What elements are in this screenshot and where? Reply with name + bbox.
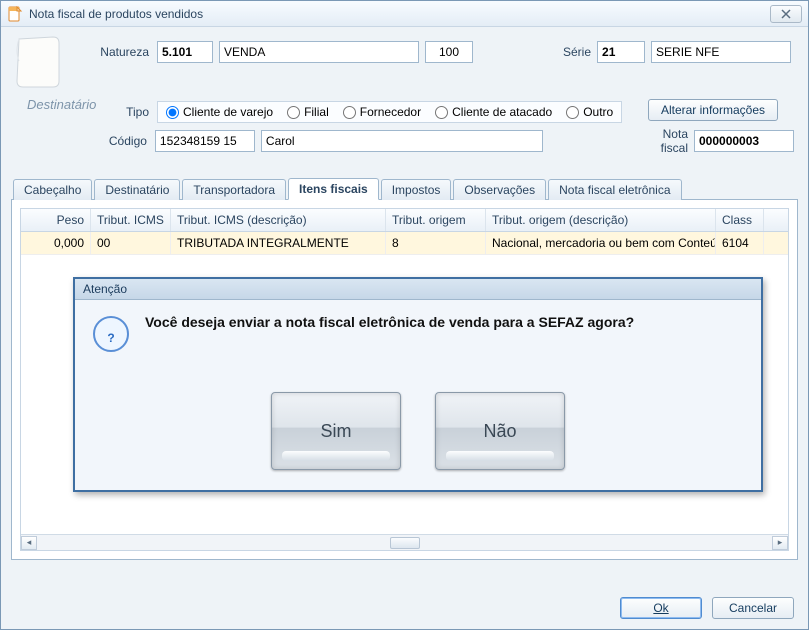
- tipo-fornecedor[interactable]: Fornecedor: [343, 105, 421, 119]
- natureza-label: Natureza: [71, 45, 149, 59]
- tab-nfe[interactable]: Nota fiscal eletrônica: [548, 179, 681, 200]
- question-icon: ?: [91, 314, 131, 354]
- svg-text:?: ?: [107, 331, 114, 345]
- natureza-code-input[interactable]: [157, 41, 213, 63]
- document-icon: [7, 6, 23, 22]
- cell-tribut-origem-desc: Nacional, mercadoria ou bem com Conteúdo…: [486, 232, 716, 254]
- serie-desc-input[interactable]: [651, 41, 791, 63]
- tab-cabecalho[interactable]: Cabeçalho: [13, 179, 92, 200]
- natureza-desc-input[interactable]: [219, 41, 419, 63]
- dialog-message: Você deseja enviar a nota fiscal eletrôn…: [145, 314, 634, 330]
- title-bar: Nota fiscal de produtos vendidos: [1, 1, 808, 27]
- tipo-cliente-varejo[interactable]: Cliente de varejo: [166, 105, 273, 119]
- serie-label: Série: [563, 45, 591, 59]
- col-tribut-icms-desc[interactable]: Tribut. ICMS (descrição): [171, 209, 386, 231]
- dialog-no-button[interactable]: Não: [435, 392, 565, 470]
- tipo-outro[interactable]: Outro: [566, 105, 613, 119]
- tab-transportadora[interactable]: Transportadora: [182, 179, 286, 200]
- nota-fiscal-input[interactable]: [694, 130, 794, 152]
- ok-button[interactable]: Ok: [620, 597, 702, 619]
- tab-itens-fiscais[interactable]: Itens fiscais: [288, 178, 379, 200]
- tipo-cliente-atacado[interactable]: Cliente de atacado: [435, 105, 552, 119]
- grid-header: Peso Tribut. ICMS Tribut. ICMS (descriçã…: [21, 209, 788, 232]
- cell-tribut-icms-desc: TRIBUTADA INTEGRALMENTE: [171, 232, 386, 254]
- note-icon: [9, 33, 65, 89]
- cell-peso: 0,000: [21, 232, 91, 254]
- natureza-extra-input[interactable]: [425, 41, 473, 63]
- table-row[interactable]: 0,000 00 TRIBUTADA INTEGRALMENTE 8 Nacio…: [21, 232, 788, 255]
- col-class[interactable]: Class: [716, 209, 764, 231]
- window-close-button[interactable]: [770, 5, 802, 23]
- codigo-label: Código: [71, 134, 147, 148]
- col-peso[interactable]: Peso: [21, 209, 91, 231]
- confirm-dialog: Atenção ? Você deseja enviar a nota fisc…: [73, 277, 763, 492]
- codigo-nome-input[interactable]: [261, 130, 544, 152]
- cell-tribut-icms: 00: [91, 232, 171, 254]
- cell-tribut-origem: 8: [386, 232, 486, 254]
- tab-impostos[interactable]: Impostos: [381, 179, 452, 200]
- horizontal-scrollbar[interactable]: ◂ ▸: [21, 534, 788, 550]
- dialog-yes-button[interactable]: Sim: [271, 392, 401, 470]
- col-tribut-origem-desc[interactable]: Tribut. origem (descrição): [486, 209, 716, 231]
- cancel-button[interactable]: Cancelar: [712, 597, 794, 619]
- tab-observacoes[interactable]: Observações: [453, 179, 546, 200]
- col-tribut-origem[interactable]: Tribut. origem: [386, 209, 486, 231]
- tipo-radio-group: Cliente de varejo Filial Fornecedor Clie…: [157, 101, 622, 123]
- serie-code-input[interactable]: [597, 41, 645, 63]
- destinatario-label: Destinatário: [27, 97, 96, 112]
- tabs: Cabeçalho Destinatário Transportadora It…: [11, 177, 798, 200]
- codigo-input[interactable]: [155, 130, 255, 152]
- dialog-title: Atenção: [75, 279, 761, 300]
- window-title: Nota fiscal de produtos vendidos: [29, 7, 770, 21]
- close-icon: [780, 9, 792, 19]
- scroll-track[interactable]: [37, 536, 772, 550]
- scroll-right-arrow[interactable]: ▸: [772, 536, 788, 550]
- nota-fiscal-label: Nota fiscal: [633, 127, 688, 155]
- col-tribut-icms[interactable]: Tribut. ICMS: [91, 209, 171, 231]
- alterar-informacoes-button[interactable]: Alterar informações: [648, 99, 778, 121]
- cell-class: 6104: [716, 232, 764, 254]
- tab-destinatario[interactable]: Destinatário: [94, 179, 180, 200]
- scroll-left-arrow[interactable]: ◂: [21, 536, 37, 550]
- tipo-filial[interactable]: Filial: [287, 105, 329, 119]
- scroll-thumb[interactable]: [390, 537, 420, 549]
